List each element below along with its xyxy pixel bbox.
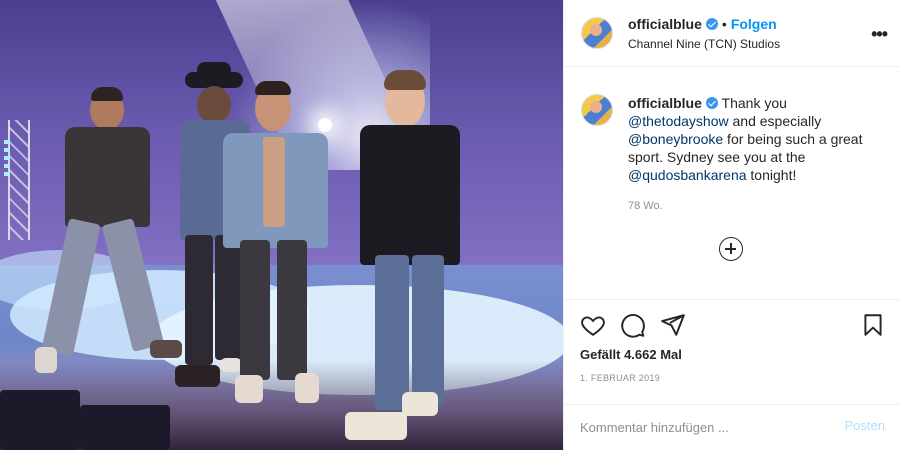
caption-username[interactable]: officialblue [628, 95, 702, 111]
stage-monitor [0, 390, 80, 450]
author-username[interactable]: officialblue [628, 16, 702, 32]
mention-link[interactable]: @boneybrooke [628, 131, 723, 147]
caption-text: officialblue Thank you @thetodayshow and… [628, 94, 878, 184]
post-photo[interactable] [0, 0, 563, 450]
follow-button[interactable]: Folgen [731, 16, 777, 32]
header-line: officialblue • Folgen [628, 16, 777, 34]
performer-3 [215, 81, 335, 415]
more-options-icon[interactable]: ••• [871, 24, 888, 45]
bookmark-icon[interactable] [860, 312, 886, 338]
separator-dot: • [721, 16, 727, 32]
caption-segment: tonight! [746, 167, 797, 183]
load-more-comments-icon[interactable] [719, 237, 743, 261]
post-sidebar: officialblue • Folgen Channel Nine (TCN) S… [563, 0, 900, 450]
post-comment-button[interactable]: Posten [845, 418, 885, 433]
stage-truss [8, 120, 30, 240]
mention-link[interactable]: @qudosbankarena [628, 167, 747, 183]
post-caption: officialblue Thank you @thetodayshow and… [564, 67, 900, 299]
comment-bar: Posten [564, 404, 900, 450]
caption-segment: Thank you [717, 95, 787, 111]
author-avatar[interactable] [581, 17, 613, 49]
caption-avatar[interactable] [581, 94, 613, 126]
post-header: officialblue • Folgen Channel Nine (TCN) S… [564, 0, 900, 67]
heart-icon[interactable] [580, 312, 606, 338]
post-actions: Gefällt 4.662 Mal 1. FEBRUAR 2019 [564, 299, 900, 404]
truss-light [4, 140, 10, 180]
comment-icon[interactable] [620, 312, 646, 338]
share-icon[interactable] [660, 312, 686, 338]
caption-time[interactable]: 78 Wo. [628, 200, 663, 212]
stage-monitor [80, 405, 170, 450]
comment-input[interactable] [580, 416, 820, 438]
mention-link[interactable]: @thetodayshow [628, 113, 729, 129]
verified-badge-icon [705, 18, 718, 30]
performer-1 [35, 85, 185, 385]
performer-4 [340, 70, 470, 450]
likes-count[interactable]: Gefällt 4.662 Mal [580, 347, 682, 362]
post-location[interactable]: Channel Nine (TCN) Studios [628, 37, 780, 51]
caption-segment: and especially [728, 113, 822, 129]
verified-badge-icon [705, 97, 718, 109]
post-date[interactable]: 1. FEBRUAR 2019 [580, 373, 660, 383]
